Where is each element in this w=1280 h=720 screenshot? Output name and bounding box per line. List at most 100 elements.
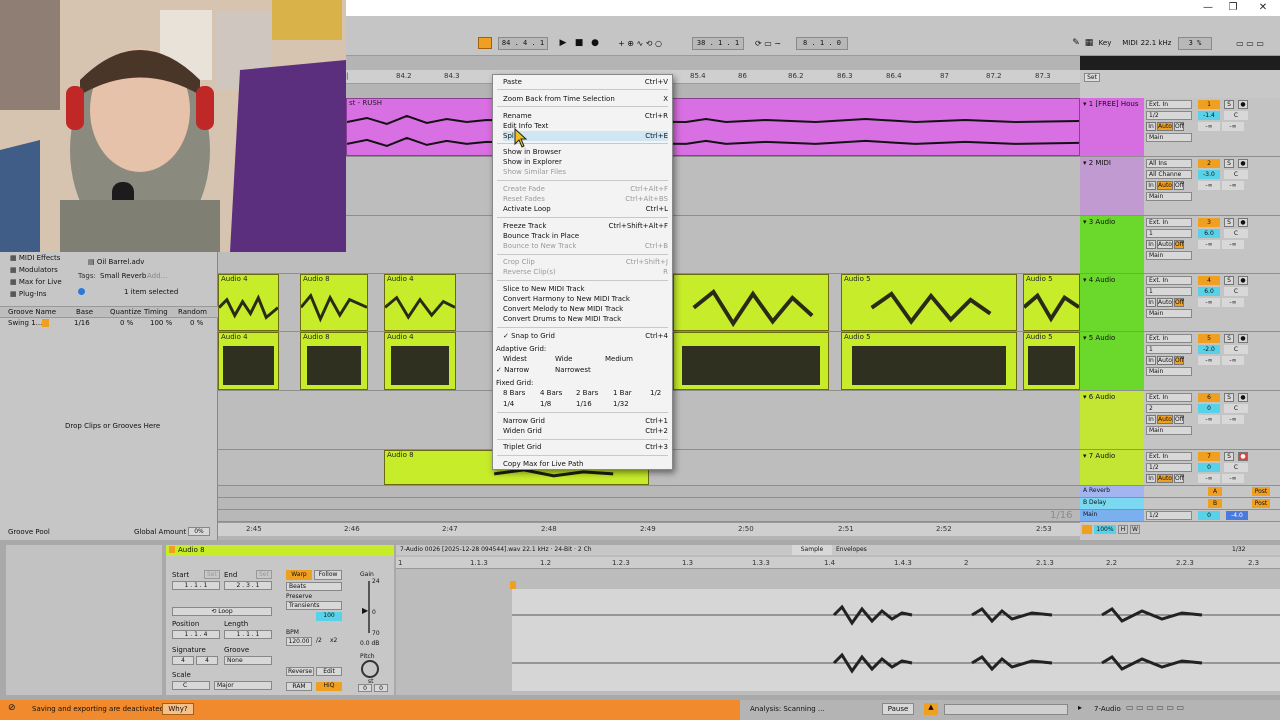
menu-item-zoom-back[interactable]: Zoom Back from Time Selection X xyxy=(503,94,668,104)
monitor-auto[interactable]: Auto xyxy=(1157,240,1173,249)
start-set[interactable]: Set xyxy=(204,570,220,579)
set-button[interactable]: Set xyxy=(1084,73,1100,82)
audio-clip[interactable]: Audio 5 xyxy=(1023,274,1080,331)
preserve-select[interactable]: Transients xyxy=(286,601,342,610)
hiq-button[interactable]: HiQ xyxy=(316,682,342,691)
track-header[interactable]: ▾ 7 Audio Ext. In 1/2 In Auto Off 7 S ● 0 C -∞ -∞ xyxy=(1080,450,1280,486)
loop-start[interactable]: 38 . 1 . 1 xyxy=(692,37,744,50)
gain-handle-icon[interactable]: ▶ xyxy=(362,606,368,615)
pan[interactable]: C xyxy=(1224,111,1248,120)
sample-grid[interactable]: 1/32 xyxy=(1232,546,1245,553)
grid-narrow[interactable]: ✓ Narrow xyxy=(496,365,529,375)
monitor-auto[interactable]: Auto xyxy=(1157,356,1173,365)
browser-file[interactable]: ▤ Oil Barrel.adv xyxy=(88,258,144,266)
monitor-off[interactable]: Off xyxy=(1174,356,1184,365)
output[interactable]: Main xyxy=(1146,426,1192,435)
audio-clip[interactable]: Audio 4 xyxy=(218,274,279,331)
menu-item-reverse[interactable]: Reverse Clip(s) R xyxy=(503,267,668,277)
arm-icon[interactable]: ● xyxy=(1238,159,1248,168)
grid-narrowest[interactable]: Narrowest xyxy=(555,365,591,375)
monitor-in[interactable]: In xyxy=(1146,240,1156,249)
menu-item-bounce-new[interactable]: Bounce to New Track Ctrl+B xyxy=(503,241,668,251)
edit-button[interactable]: Edit xyxy=(316,667,342,676)
pan[interactable]: C xyxy=(1224,287,1248,296)
monitor-in[interactable]: In xyxy=(1146,122,1156,131)
arm-icon[interactable]: ● xyxy=(1238,393,1248,402)
stop-icon[interactable]: ■ xyxy=(572,37,586,50)
menu-item-show-in-explorer[interactable]: Show in Explorer xyxy=(503,157,668,167)
groove-row[interactable]: Swing 1... 1/16 0 % 100 % 0 % xyxy=(0,318,218,329)
menu-item-convert-harmony[interactable]: Convert Harmony to New MIDI Track xyxy=(503,294,668,304)
pan[interactable]: C xyxy=(1224,404,1248,413)
grid-quarter[interactable]: 1/4 xyxy=(503,399,514,409)
end-set[interactable]: Set xyxy=(256,570,272,579)
output[interactable]: Main xyxy=(1146,367,1192,376)
song-position[interactable]: 84 . 4 . 1 xyxy=(498,37,548,50)
track-activator[interactable]: 7 xyxy=(1198,452,1220,461)
menu-item-paste[interactable]: Paste Ctrl+V xyxy=(503,77,668,87)
ram-button[interactable]: RAM xyxy=(286,682,312,691)
reverse-button[interactable]: Reverse xyxy=(286,667,314,676)
double-tempo[interactable]: x2 xyxy=(330,637,337,644)
grid-8-bars[interactable]: 8 Bars xyxy=(503,388,525,398)
solo-button[interactable]: S xyxy=(1224,159,1234,168)
monitor-in[interactable]: In xyxy=(1146,415,1156,424)
browser-item[interactable]: ▦ Plug-Ins xyxy=(10,290,47,298)
midi-map-button[interactable]: MIDI xyxy=(1120,37,1140,50)
keyboard-icon[interactable]: ▦ xyxy=(1084,37,1094,50)
width-button[interactable]: W xyxy=(1130,525,1140,534)
menu-item-narrow-grid[interactable]: Narrow Grid Ctrl+1 xyxy=(503,416,668,426)
pan[interactable]: C xyxy=(1224,229,1248,238)
monitor-in[interactable]: In xyxy=(1146,356,1156,365)
tag-chip[interactable]: Small Reverb xyxy=(100,272,146,280)
height-button[interactable]: H xyxy=(1118,525,1128,534)
pause-button[interactable]: Pause xyxy=(882,703,914,715)
browser-item[interactable]: ▦ Modulators xyxy=(10,266,58,274)
input-channel[interactable]: 1 xyxy=(1146,345,1192,354)
groove-quantize[interactable]: 0 % xyxy=(120,319,133,327)
menu-item-snap-to-grid[interactable]: ✓ Snap to Grid Ctrl+4 xyxy=(503,331,668,341)
main-name[interactable]: Main xyxy=(1080,510,1144,521)
sample-ruler[interactable]: 1 1.1.3 1.2 1.2.3 1.3 1.3.3 1.4 1.4.3 2 … xyxy=(396,557,1280,569)
length-field[interactable]: 1 . 1 . 1 xyxy=(224,630,272,639)
solo-button[interactable]: S xyxy=(1224,218,1234,227)
input-type[interactable]: Ext. In xyxy=(1146,334,1192,343)
signature-den[interactable]: 4 xyxy=(196,656,218,665)
return-activator[interactable]: B xyxy=(1208,499,1222,508)
follow-button[interactable]: Follow xyxy=(314,570,342,580)
track-zoom[interactable]: 100% xyxy=(1094,525,1116,534)
volume[interactable]: -1.4 xyxy=(1198,111,1220,120)
beat-ruler[interactable]: | 84.2 84.3 85.4 86 86.2 86.3 86.4 87 87… xyxy=(346,70,1080,84)
start-marker-icon[interactable] xyxy=(510,581,516,589)
monitor-auto[interactable]: Auto xyxy=(1157,298,1173,307)
record-icon[interactable]: ● xyxy=(588,37,602,50)
grid-widest[interactable]: Widest xyxy=(503,354,527,364)
grid-half[interactable]: 1/2 xyxy=(650,388,661,398)
monitor-auto[interactable]: Auto xyxy=(1157,474,1173,483)
audio-clip[interactable]: Audio 8 xyxy=(300,332,368,390)
audio-clip[interactable] xyxy=(673,332,829,390)
menu-item-freeze[interactable]: Freeze Track Ctrl+Shift+Alt+F xyxy=(503,221,668,231)
waveform-area[interactable] xyxy=(512,589,1280,691)
draw-icon[interactable]: ✎ xyxy=(1068,37,1084,50)
track-activator[interactable]: 3 xyxy=(1198,218,1220,227)
grid-eighth[interactable]: 1/8 xyxy=(540,399,551,409)
add-tag[interactable]: Add... xyxy=(147,272,167,280)
return-name[interactable]: A Reverb xyxy=(1080,486,1144,497)
track-activator[interactable]: 5 xyxy=(1198,334,1220,343)
arm-icon[interactable]: ● xyxy=(1238,276,1248,285)
input-type[interactable]: Ext. In xyxy=(1146,276,1192,285)
menu-item-show-similar[interactable]: Show Similar Files xyxy=(503,167,668,177)
volume[interactable]: 6.0 xyxy=(1198,287,1220,296)
monitor-auto[interactable]: Auto xyxy=(1157,181,1173,190)
track-name[interactable]: ▾ 1 [FREE] Hous xyxy=(1080,98,1144,156)
solo-button[interactable]: S xyxy=(1224,452,1234,461)
track-name[interactable]: ▾ 5 Audio xyxy=(1080,332,1144,390)
track-header[interactable]: ▾ 3 Audio Ext. In 1 In Auto Off Main 3 S ● 6.0 C -… xyxy=(1080,216,1280,274)
return-post[interactable]: Post xyxy=(1252,499,1270,508)
start-field[interactable]: 1 . 1 . 1 xyxy=(172,581,220,590)
track-header[interactable]: ▾ 1 [FREE] Hous Ext. In 1/2 In Auto Off Main … xyxy=(1080,98,1280,157)
bpm-field[interactable]: 120.00 xyxy=(286,637,312,646)
expand-icon[interactable]: ▸ xyxy=(1078,703,1082,712)
track-name[interactable]: ▾ 4 Audio xyxy=(1080,274,1144,331)
